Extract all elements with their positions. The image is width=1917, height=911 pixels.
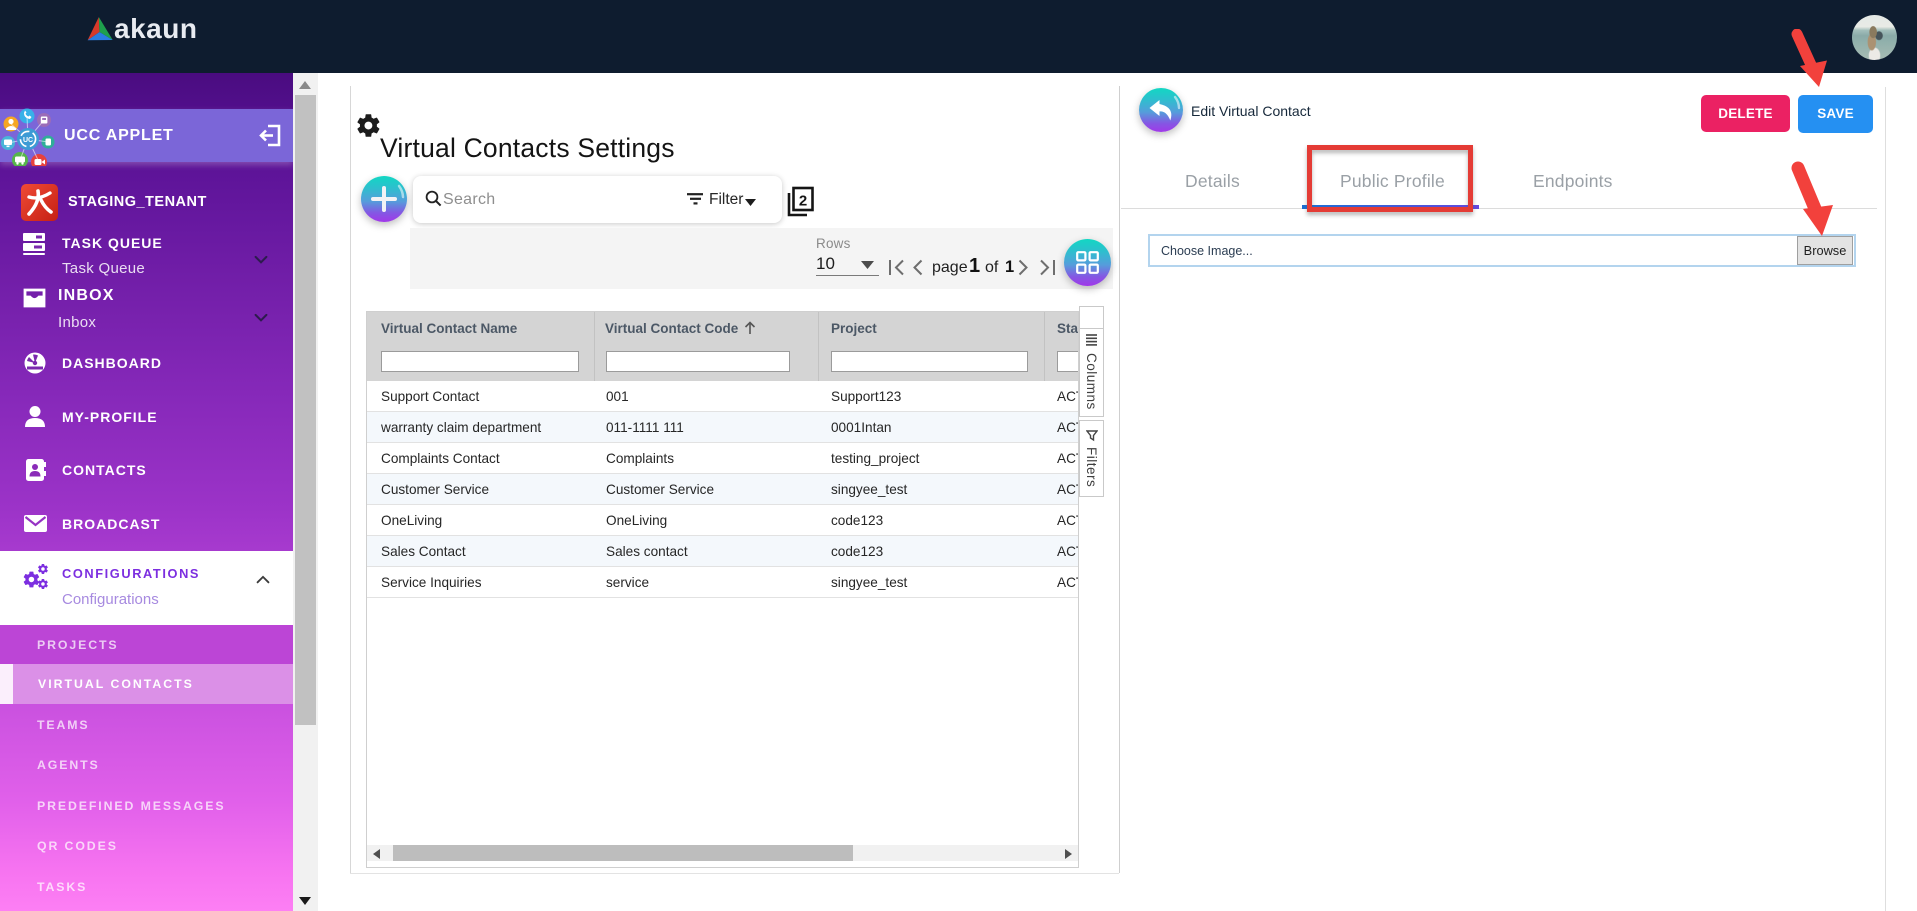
svg-text:UC: UC [23, 137, 33, 144]
svg-text:2: 2 [799, 193, 807, 210]
